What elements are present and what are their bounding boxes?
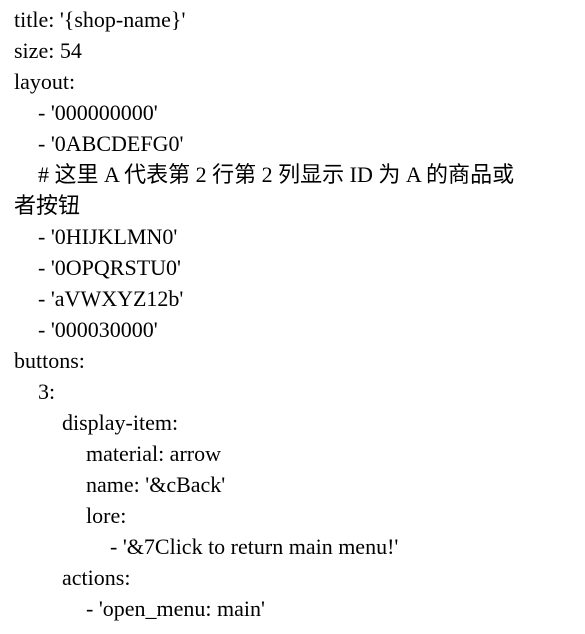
display-item-key-line: display-item: — [62, 410, 179, 435]
size-line: size: 54 — [14, 38, 82, 63]
action-item-line: - 'open_menu: main' — [86, 596, 265, 621]
layout-row-4: - '0OPQRSTU0' — [38, 255, 181, 280]
name-line: name: '&cBack' — [86, 472, 226, 497]
actions-key-line: actions: — [62, 565, 131, 590]
material-line: material: arrow — [86, 441, 221, 466]
layout-comment-line: # 这里 A 代表第 2 行第 2 列显示 ID 为 A 的商品或 — [38, 162, 515, 187]
layout-comment-continuation: 者按钮 — [14, 193, 81, 218]
layout-row-3: - '0HIJKLMN0' — [38, 224, 178, 249]
layout-key-line: layout: — [14, 69, 76, 94]
layout-row-1: - '000000000' — [38, 100, 158, 125]
buttons-key-line: buttons: — [14, 348, 85, 373]
layout-row-2: - '0ABCDEFG0' — [38, 131, 184, 156]
lore-key-line: lore: — [86, 503, 127, 528]
button-3-key-line: 3: — [38, 379, 56, 404]
lore-item-line: - '&7Click to return main menu!' — [110, 534, 399, 559]
title-line: title: '{shop-name}' — [14, 7, 186, 32]
layout-row-6: - '000030000' — [38, 317, 158, 342]
yaml-config-document: title: '{shop-name}' size: 54 layout: - … — [0, 0, 585, 634]
layout-row-5: - 'aVWXYZ12b' — [38, 286, 184, 311]
